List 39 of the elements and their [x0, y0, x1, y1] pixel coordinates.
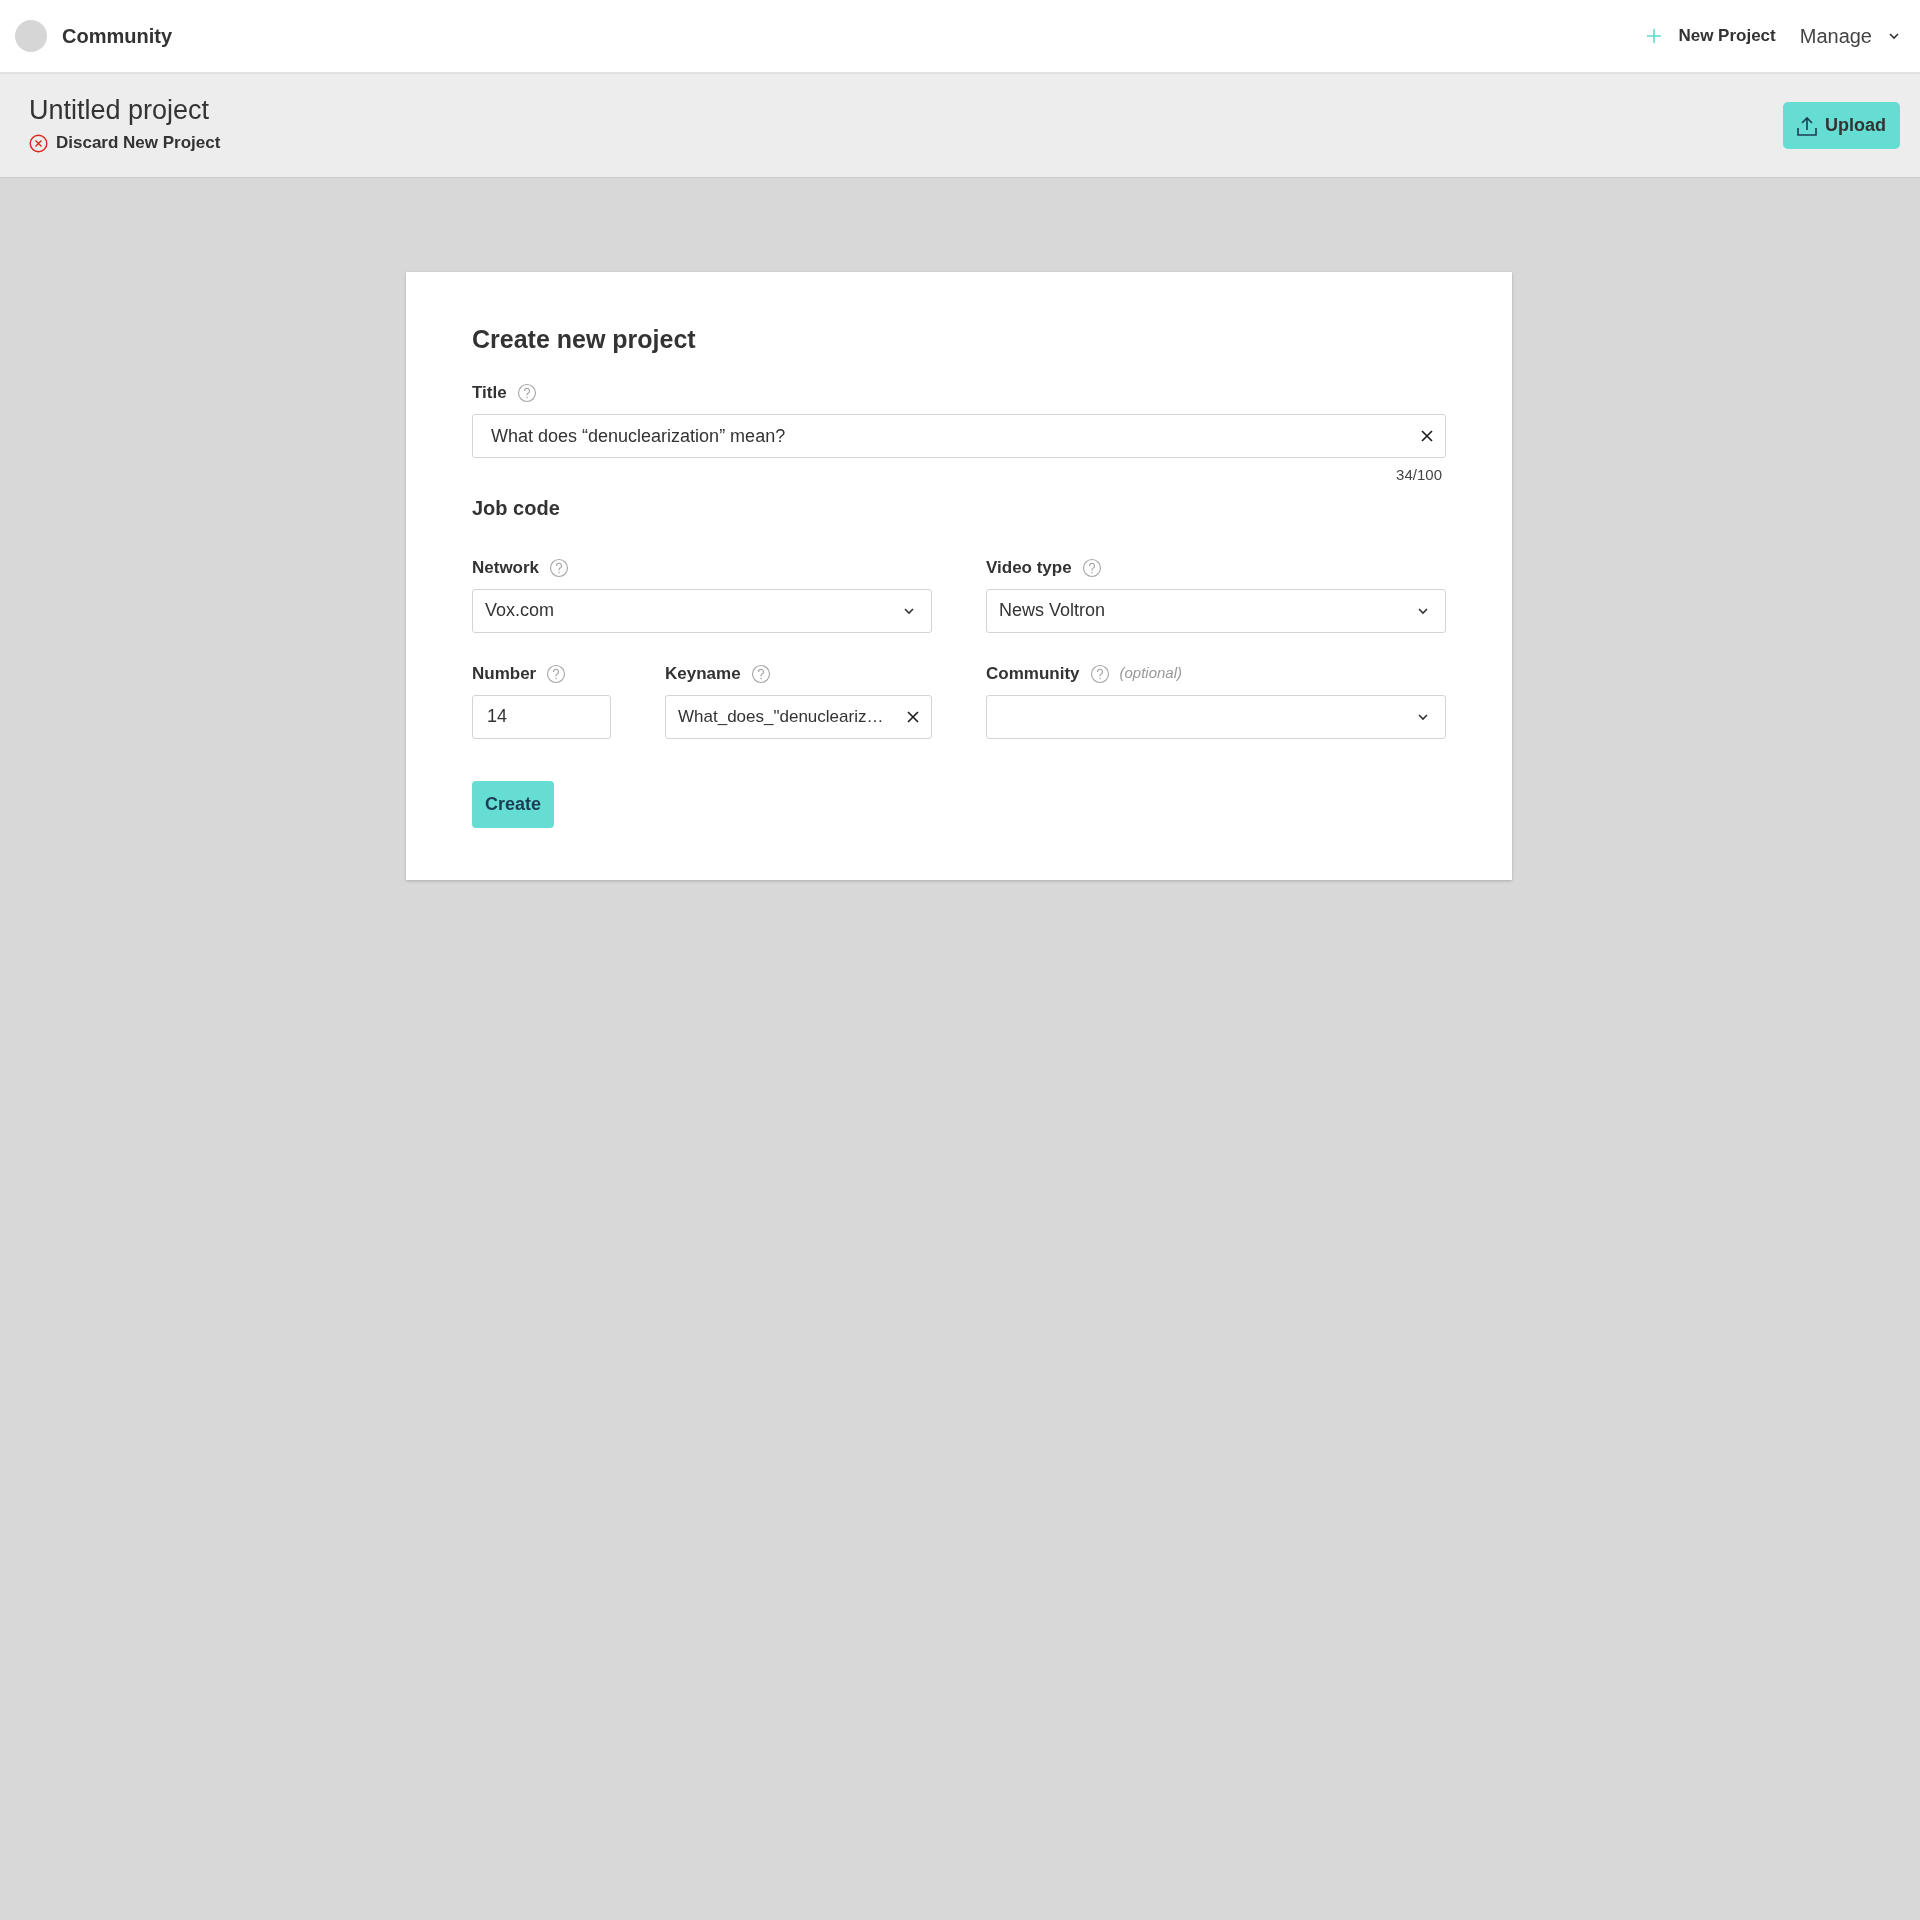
cancel-icon: [29, 133, 48, 153]
character-counter: 34/100: [1395, 465, 1443, 485]
select-field[interactable]: News Voltron: [986, 588, 1446, 633]
help-icon: [549, 557, 570, 578]
select-field[interactable]: [986, 694, 1446, 739]
field-label: Number: [472, 662, 537, 685]
field-label: Community: [986, 662, 1080, 685]
upload-button[interactable]: Upload: [1783, 102, 1900, 149]
form-heading: Create new project: [472, 324, 697, 354]
field-label: Keyname: [665, 662, 741, 685]
title-input[interactable]: What does “denuclearization” mean?: [472, 414, 1446, 458]
chevron-icon: [1417, 712, 1429, 721]
section-heading: Job code: [472, 495, 560, 521]
chevron-icon: [1417, 606, 1429, 615]
brand-name: Community: [62, 24, 172, 49]
help-icon: [750, 663, 771, 684]
optional-note: (optional): [1119, 663, 1183, 684]
discard-link[interactable]: Discard New Project: [29, 130, 221, 156]
field-label: Network: [472, 556, 540, 579]
help-icon: [1089, 663, 1110, 684]
select-field[interactable]: Vox.com: [472, 588, 932, 633]
keyname-input[interactable]: What_does_"denucleariz…: [665, 694, 932, 739]
help-icon: [546, 663, 567, 684]
new-project-button[interactable]: New Project: [1646, 23, 1776, 49]
close-icon: [1420, 429, 1434, 443]
number-input[interactable]: 14: [472, 694, 611, 739]
project-title: Untitled project: [29, 94, 211, 127]
help-icon: [516, 383, 537, 403]
field-label: Video type: [986, 556, 1072, 579]
upload-icon: [1797, 115, 1817, 136]
avatar: [15, 20, 47, 52]
help-icon: [1081, 557, 1102, 578]
plus-icon: [1646, 28, 1663, 44]
close-icon: [906, 709, 920, 724]
field-label: Title: [472, 382, 507, 405]
chevron-icon: [903, 606, 915, 615]
create-button[interactable]: Create: [472, 780, 555, 828]
manage-menu[interactable]: Manage: [1799, 21, 1900, 51]
chevron-icon: [1888, 32, 1900, 40]
